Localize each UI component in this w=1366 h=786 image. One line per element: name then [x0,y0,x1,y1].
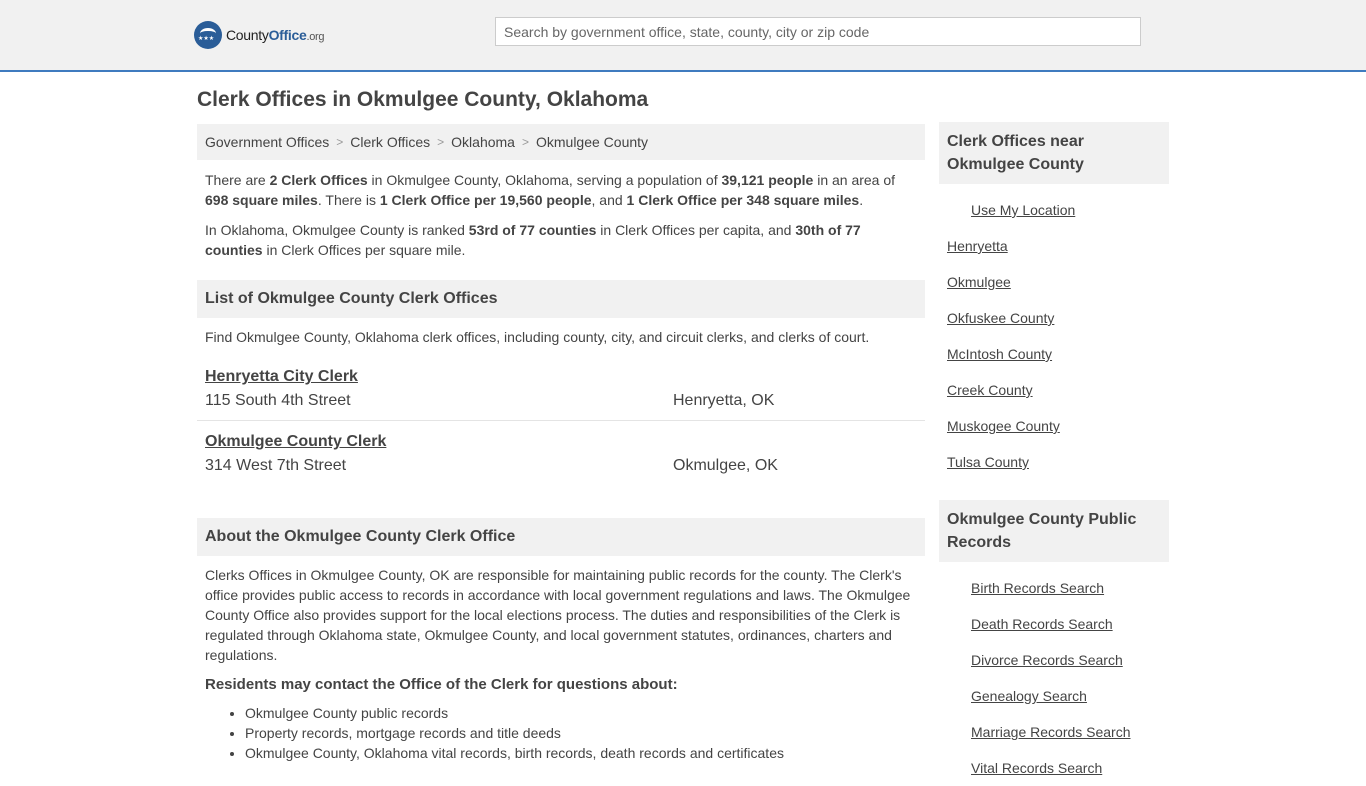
breadcrumb-clerk-offices[interactable]: Clerk Offices [350,134,430,150]
public-records-heading: Okmulgee County Public Records [939,500,1169,562]
records-link-marriage[interactable]: Marriage Records Search [939,714,1169,750]
nearby-link-okfuskee-county[interactable]: Okfuskee County [939,300,1169,336]
main-content: Government Offices > Clerk Offices > Okl… [197,124,925,763]
breadcrumb-government-offices[interactable]: Government Offices [205,134,329,150]
use-my-location-link[interactable]: Use My Location [939,192,1169,228]
site-header: CountyOffice.org [0,0,1366,72]
records-link-death[interactable]: Death Records Search [939,606,1169,642]
office-city: Okmulgee, OK [673,457,778,474]
nearby-link-creek-county[interactable]: Creek County [939,372,1169,408]
breadcrumb-oklahoma[interactable]: Oklahoma [451,134,515,150]
office-street: 314 West 7th Street [205,457,347,474]
office-city: Henryetta, OK [673,392,775,409]
eagle-seal-icon [194,21,222,49]
office-listing: Henryetta City Clerk 115 South 4th Stree… [197,356,925,421]
site-logo[interactable]: CountyOffice.org [194,20,325,50]
search-input[interactable] [495,17,1141,46]
contact-list: Okmulgee County public records Property … [197,703,925,763]
nearby-link-henryetta[interactable]: Henryetta [939,228,1169,264]
intro-ranking: In Oklahoma, Okmulgee County is ranked 5… [205,222,861,258]
about-section-body: Clerks Offices in Okmulgee County, OK ar… [205,567,911,663]
nearby-link-okmulgee[interactable]: Okmulgee [939,264,1169,300]
chevron-right-icon: > [437,135,445,149]
office-name-link[interactable]: Henryetta City Clerk [205,368,358,386]
logo-text: CountyOffice.org [226,27,325,43]
breadcrumb-okmulgee-county[interactable]: Okmulgee County [536,134,648,150]
office-street: 115 South 4th Street [205,392,351,409]
records-link-divorce[interactable]: Divorce Records Search [939,642,1169,678]
nearby-link-muskogee-county[interactable]: Muskogee County [939,408,1169,444]
office-listing: Okmulgee County Clerk 314 West 7th Stree… [197,421,925,486]
about-section-heading: About the Okmulgee County Clerk Office [197,518,925,556]
nearby-link-tulsa-county[interactable]: Tulsa County [939,444,1169,480]
list-item: Property records, mortgage records and t… [245,723,925,743]
contact-heading: Residents may contact the Office of the … [205,676,678,693]
sidebar: Clerk Offices near Okmulgee County Use M… [939,122,1169,786]
list-section-heading: List of Okmulgee County Clerk Offices [197,280,925,318]
page-title: Clerk Offices in Okmulgee County, Oklaho… [197,88,649,111]
list-section-description: Find Okmulgee County, Oklahoma clerk off… [205,329,870,345]
chevron-right-icon: > [521,135,529,149]
chevron-right-icon: > [336,135,344,149]
list-item: Okmulgee County public records [245,703,925,723]
breadcrumb: Government Offices > Clerk Offices > Okl… [197,124,925,160]
intro-summary: There are 2 Clerk Offices in Okmulgee Co… [205,172,896,208]
list-item: Okmulgee County, Oklahoma vital records,… [245,743,925,763]
nearby-offices-heading: Clerk Offices near Okmulgee County [939,122,1169,184]
office-name-link[interactable]: Okmulgee County Clerk [205,433,386,451]
records-link-birth[interactable]: Birth Records Search [939,570,1169,606]
records-link-vital[interactable]: Vital Records Search [939,750,1169,786]
records-link-genealogy[interactable]: Genealogy Search [939,678,1169,714]
nearby-link-mcintosh-county[interactable]: McIntosh County [939,336,1169,372]
